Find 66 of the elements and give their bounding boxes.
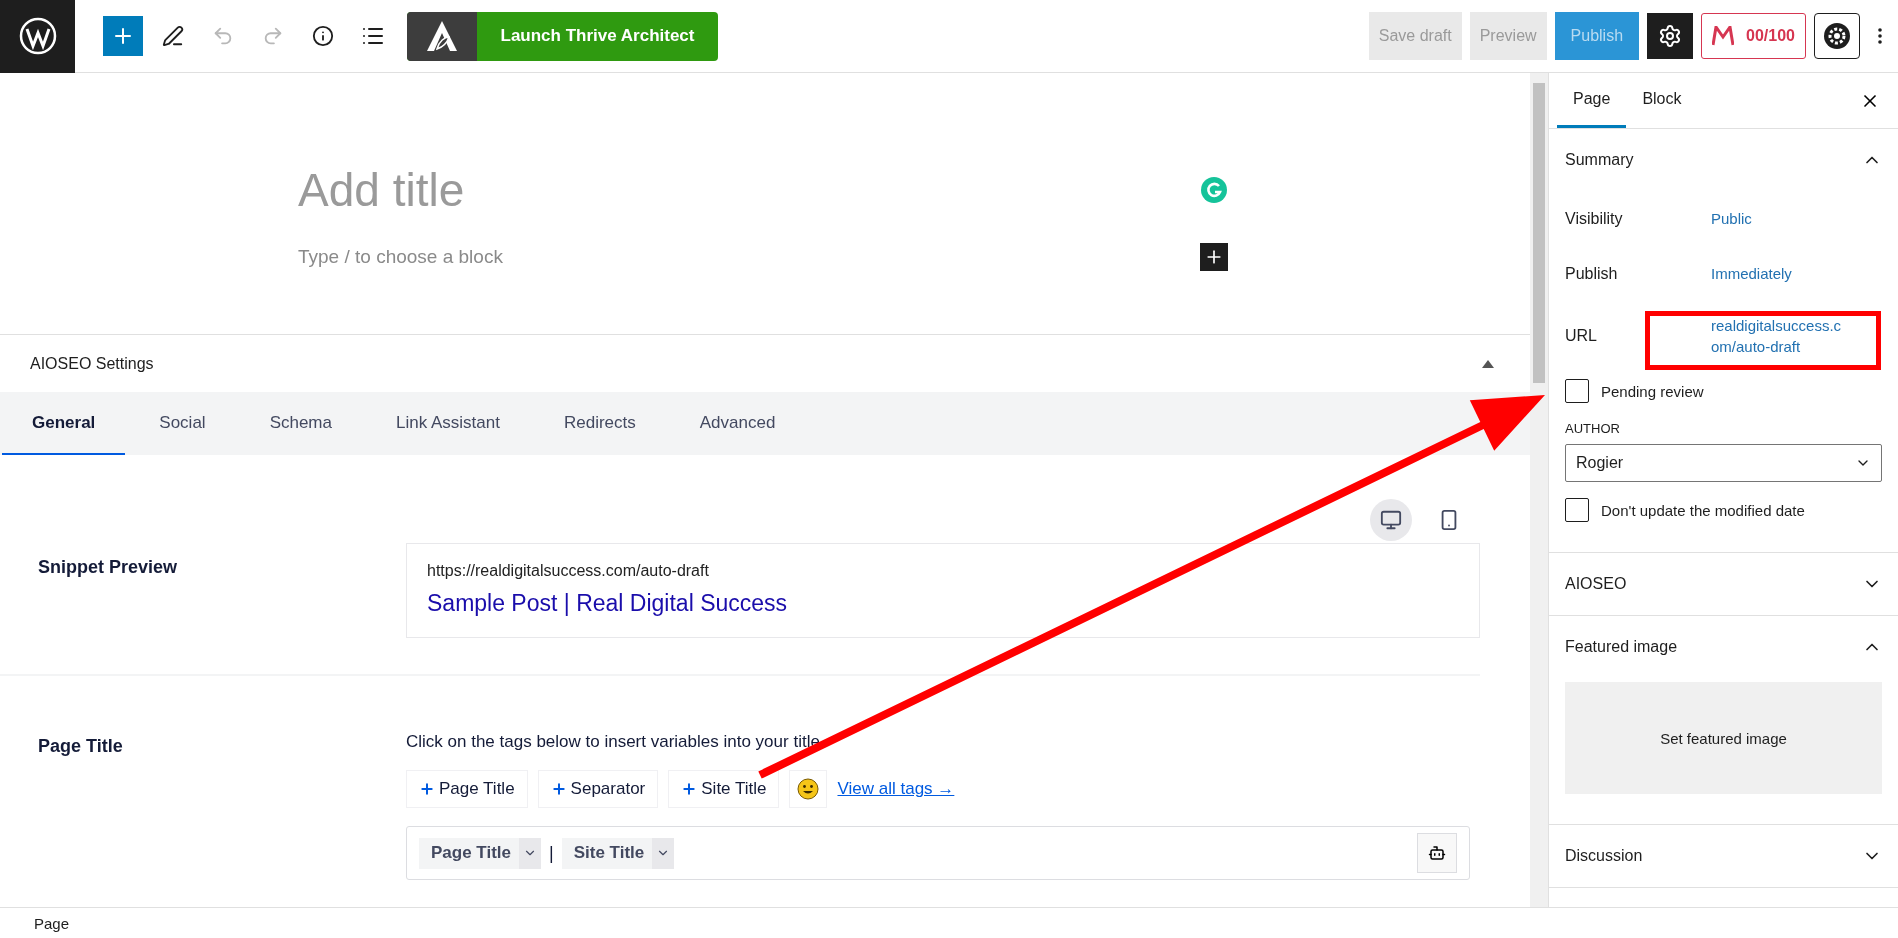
checkbox-label: Pending review	[1601, 382, 1704, 400]
page-title-input-field[interactable]: Page Title | Site Title	[406, 826, 1470, 880]
plus-icon	[550, 781, 567, 797]
summary-value-link[interactable]: Immediately	[1711, 265, 1792, 282]
author-label: AUTHOR	[1565, 421, 1621, 436]
url-link[interactable]: realdigitalsuccess.com/auto-draft	[1711, 315, 1847, 357]
smiley-icon	[797, 778, 820, 800]
wordpress-logo-icon	[18, 17, 57, 55]
checkbox[interactable]	[1565, 498, 1589, 522]
sidebar-tab[interactable]: Block	[1626, 73, 1698, 128]
undo-icon	[212, 25, 234, 47]
settings-tab[interactable]: Advanced	[669, 392, 806, 455]
summary-label: URL	[1565, 327, 1598, 345]
block-placeholder[interactable]: Type / to choose a block	[298, 246, 503, 268]
author-select[interactable]: Rogier	[1565, 444, 1882, 482]
checkbox-label: Don't update the modified date	[1601, 501, 1805, 519]
summary-label: Visibility	[1565, 209, 1624, 228]
insert-tag-button[interactable]: Page Title	[406, 770, 528, 808]
settings-button[interactable]	[1647, 13, 1694, 59]
add-block-button[interactable]	[1200, 243, 1228, 271]
desktop-preview-button[interactable]	[1370, 499, 1412, 541]
launch-thrive-architect-button[interactable]: Launch Thrive Architect	[407, 11, 718, 61]
aioseo-settings-title: AIOSEO Settings	[30, 354, 154, 373]
collapse-triangle-icon[interactable]	[1482, 359, 1494, 368]
gear-icon	[1822, 21, 1852, 51]
tag-token[interactable]: Site Title	[561, 837, 675, 869]
snippet-url: https://realdigitalsuccess.com/auto-draft	[427, 562, 710, 580]
settings-tab[interactable]: General	[2, 392, 126, 455]
insert-tag-button[interactable]: Separator	[537, 770, 659, 808]
set-featured-image-button[interactable]: Set featured image	[1565, 682, 1882, 794]
settings-tab[interactable]: Schema	[239, 392, 362, 455]
pen-icon	[162, 25, 184, 47]
summary-label: Publish	[1565, 264, 1619, 283]
view-all-tags-link[interactable]: View all tags →	[837, 779, 955, 799]
separator-text: |	[549, 842, 554, 864]
settings-tab[interactable]: Social	[129, 392, 236, 455]
summary-value-link[interactable]: Public	[1711, 210, 1752, 227]
status-bar-text: Page	[34, 914, 70, 932]
settings-tab[interactable]: Link Assistant	[366, 392, 530, 455]
insert-tag-button[interactable]: Site Title	[668, 770, 780, 808]
m-logo-icon	[1712, 26, 1735, 46]
monitor-icon	[1380, 509, 1402, 531]
page-title-label: Page Title	[38, 735, 124, 758]
leaf-logo-icon	[425, 19, 459, 53]
tag-token[interactable]: Page Title	[419, 837, 541, 869]
sidebar-tab[interactable]: Page	[1557, 73, 1627, 128]
panel-title[interactable]: AIOSEO	[1565, 575, 1627, 593]
checkbox[interactable]	[1565, 379, 1589, 403]
more-icon	[1878, 28, 1882, 44]
scrollbar-thumb[interactable]	[1533, 83, 1545, 383]
panel-title[interactable]: Featured image	[1565, 638, 1678, 656]
snippet-preview-label: Snippet Preview	[38, 556, 179, 579]
wordpress-logo[interactable]	[0, 0, 75, 73]
robot-icon	[1428, 844, 1446, 862]
settings-icon	[1658, 24, 1683, 48]
redo-icon	[262, 25, 284, 47]
settings-tab[interactable]: Redirects	[533, 392, 666, 455]
panel-title[interactable]: Summary	[1565, 151, 1634, 169]
snippet-title: Sample Post | Real Digital Success	[427, 590, 789, 617]
plugin-settings-button[interactable]	[1814, 13, 1860, 59]
seo-score-button[interactable]: 00/100	[1701, 13, 1806, 59]
emoji-button[interactable]	[789, 770, 828, 808]
panel-title[interactable]: Discussion	[1565, 847, 1643, 865]
ai-button[interactable]	[1417, 833, 1457, 873]
info-icon	[312, 25, 334, 47]
plus-icon	[419, 781, 435, 797]
